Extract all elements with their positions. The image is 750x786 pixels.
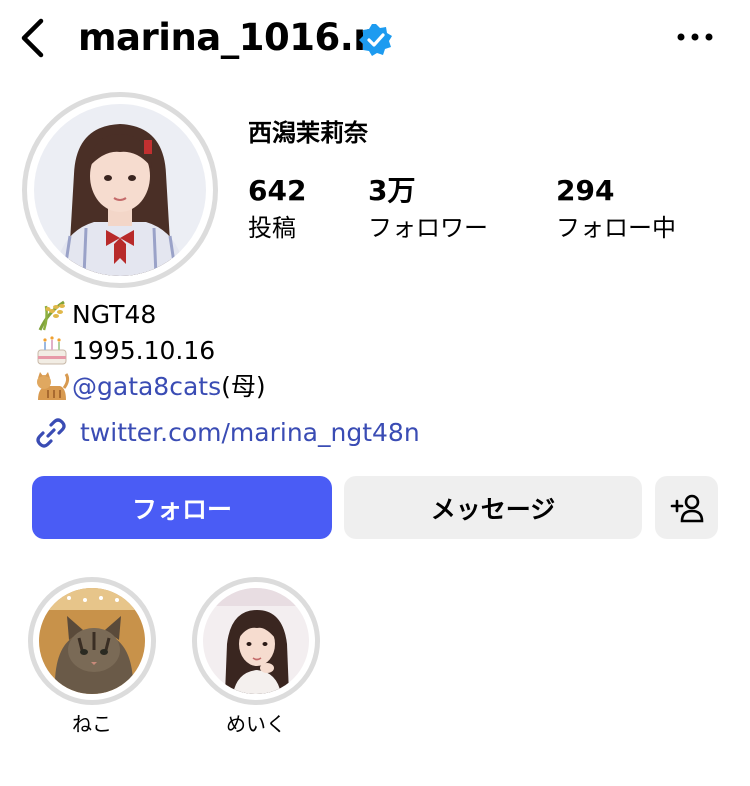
- external-link-text: twitter.com/marina_ngt48n: [80, 418, 420, 447]
- highlight-label: めいく: [226, 712, 286, 736]
- posts-count: 642: [248, 174, 307, 207]
- following-label: フォロー中: [556, 214, 676, 242]
- chevron-left-icon: [21, 18, 44, 58]
- followers-label: フォロワー: [368, 214, 488, 242]
- profile-header: marina_1016.n: [0, 0, 750, 80]
- link-icon: [36, 418, 66, 448]
- highlight-ring: [192, 577, 320, 705]
- bio-line-group: NGT48: [34, 298, 156, 332]
- cat-icon: [37, 372, 70, 400]
- more-horizontal-icon: [677, 33, 713, 41]
- birthday-cake-icon: [37, 336, 67, 365]
- following-count: 294: [556, 174, 615, 207]
- back-button[interactable]: [14, 16, 50, 60]
- stat-followers[interactable]: 3万 フォロワー: [368, 172, 488, 246]
- highlight-ring: [28, 577, 156, 705]
- more-options-button[interactable]: [672, 22, 718, 52]
- suggested-users-button[interactable]: [655, 476, 718, 539]
- follow-button[interactable]: フォロー: [32, 476, 332, 539]
- rice-plant-icon: [38, 300, 65, 331]
- external-link[interactable]: twitter.com/marina_ngt48n: [34, 416, 420, 450]
- followers-count: 3万: [368, 174, 416, 207]
- highlight-cat-photo: [39, 588, 145, 694]
- bio-line-mention: @gata8cats (母): [34, 370, 266, 404]
- username-title: marina_1016.n: [78, 16, 380, 59]
- display-name: 西潟茉莉奈: [248, 119, 368, 147]
- highlight-label: ねこ: [72, 712, 112, 736]
- message-button[interactable]: メッセージ: [344, 476, 642, 539]
- add-user-icon: [670, 494, 703, 522]
- highlight-item[interactable]: めいく: [192, 577, 320, 738]
- bio-line-birthday: 1995.10.16: [34, 334, 215, 368]
- highlight-item[interactable]: ねこ: [28, 577, 156, 738]
- bio-group-text: NGT48: [72, 300, 157, 329]
- posts-label: 投稿: [248, 214, 296, 242]
- mention-suffix: (母): [221, 372, 266, 401]
- profile-avatar[interactable]: [22, 92, 218, 288]
- highlight-makeup-photo: [203, 588, 309, 694]
- verified-badge-icon: [359, 24, 392, 56]
- bio-birthday-text: 1995.10.16: [72, 336, 216, 365]
- stat-following[interactable]: 294 フォロー中: [556, 172, 676, 246]
- mention-link[interactable]: @gata8cats: [72, 370, 221, 404]
- stat-posts[interactable]: 642 投稿: [248, 172, 306, 246]
- avatar-photo: [34, 104, 206, 276]
